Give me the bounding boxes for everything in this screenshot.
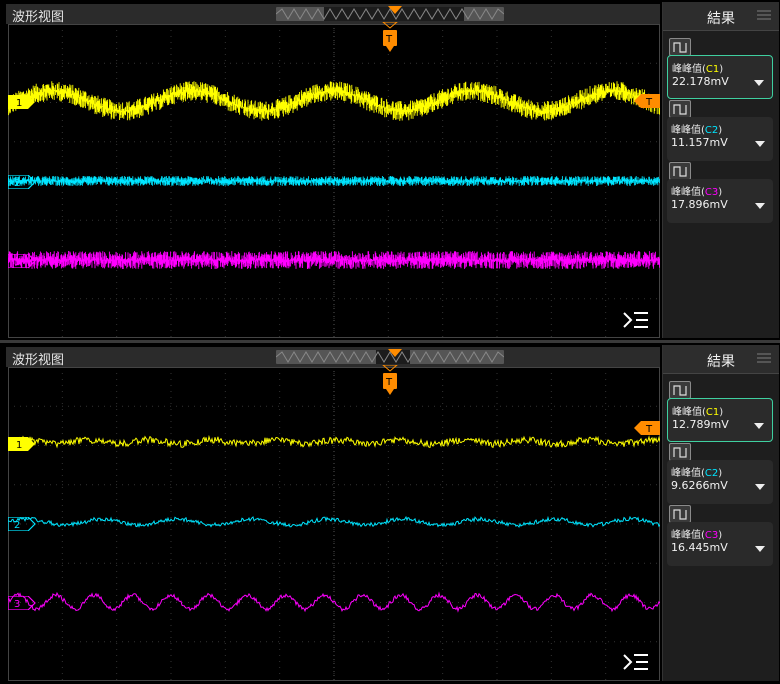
dropdown-arrow-icon[interactable] xyxy=(754,423,764,429)
channel-1-marker-label: 1 xyxy=(16,440,22,451)
pulse-icon xyxy=(669,505,691,523)
channel-2-marker-label: 2 xyxy=(14,178,20,189)
pulse-icon xyxy=(669,100,691,118)
trigger-level-label: T xyxy=(645,424,653,435)
channel-1-marker[interactable]: 1 xyxy=(8,436,36,455)
channel-2-marker[interactable]: 2 xyxy=(7,516,36,535)
waveform-display-bottom[interactable] xyxy=(8,367,660,681)
waveform-view-title: 波形视图 xyxy=(12,10,65,25)
channel-1-marker[interactable]: 1 xyxy=(8,94,36,113)
side-menu-toggle-icon[interactable] xyxy=(622,652,650,676)
waveform-display-top[interactable] xyxy=(8,24,660,338)
trigger-time-label: T xyxy=(385,34,393,45)
trigger-position-marker[interactable] xyxy=(388,6,402,16)
measurement-card-c2[interactable]: 峰峰值(C2) 11.157mV xyxy=(667,117,773,161)
channel-3-marker[interactable]: 3 xyxy=(7,253,36,272)
waveform-grid-top xyxy=(8,24,660,338)
measurement-card-c2[interactable]: 峰峰值(C2) 9.6266mV xyxy=(667,460,773,504)
measurement-value-c2: 9.6266mV xyxy=(671,479,728,492)
results-sidebar-bottom: 結果 峰峰值(C1) 12.789mV 峰峰值(C2) 9.6266mV 峰峰值… xyxy=(662,345,779,681)
channel-3-marker[interactable]: 3 xyxy=(7,595,36,614)
channel-2-marker-label: 2 xyxy=(14,520,20,531)
dropdown-arrow-icon[interactable] xyxy=(755,141,765,147)
trigger-level-marker[interactable]: T xyxy=(634,420,660,439)
dropdown-arrow-icon[interactable] xyxy=(755,484,765,490)
side-menu-toggle-icon[interactable] xyxy=(622,310,650,334)
hamburger-icon[interactable] xyxy=(757,10,771,20)
waveform-view-header: 波形视图 xyxy=(6,347,660,368)
channel-3-marker-label: 3 xyxy=(14,599,20,610)
waveform-view-header: 波形视图 xyxy=(6,4,660,25)
dropdown-arrow-icon[interactable] xyxy=(755,546,765,552)
results-sidebar-top: 結果 峰峰值(C1) 22.178mV 峰峰值(C2) 11.157mV 峰峰值… xyxy=(662,2,779,338)
measurement-value-c1: 22.178mV xyxy=(672,75,729,88)
measurement-value-c1: 12.789mV xyxy=(672,418,729,431)
waveform-view-title: 波形视图 xyxy=(12,353,65,368)
trigger-position-marker[interactable] xyxy=(388,349,402,359)
measurement-card-c1[interactable]: 峰峰值(C1) 22.178mV xyxy=(667,55,773,99)
memory-overview-bar[interactable] xyxy=(276,349,504,364)
dropdown-arrow-icon[interactable] xyxy=(754,80,764,86)
pulse-icon xyxy=(669,38,691,56)
trigger-time-marker[interactable]: T xyxy=(381,21,399,60)
hamburger-icon[interactable] xyxy=(757,353,771,363)
trigger-level-label: T xyxy=(645,97,653,108)
trigger-time-marker[interactable]: T xyxy=(381,364,399,403)
channel-1-marker-label: 1 xyxy=(16,98,22,109)
trigger-time-label: T xyxy=(385,377,393,388)
memory-overview-bar[interactable] xyxy=(276,6,504,21)
measurement-card-c3[interactable]: 峰峰值(C3) 17.896mV xyxy=(667,179,773,223)
measurement-label-c3: 峰峰值(C3) xyxy=(671,530,723,541)
scope-panel-bottom: 波形视图 1 2 3 T T 結果 峰峰值(C1) 12.789mV 峰峰值(C… xyxy=(0,343,780,684)
trigger-level-marker[interactable]: T xyxy=(634,93,660,112)
pulse-icon xyxy=(669,381,691,399)
dropdown-arrow-icon[interactable] xyxy=(755,203,765,209)
channel-3-marker-label: 3 xyxy=(14,257,20,268)
pulse-icon xyxy=(669,162,691,180)
pulse-icon xyxy=(669,443,691,461)
measurement-value-c3: 17.896mV xyxy=(671,198,728,211)
measurement-card-c3[interactable]: 峰峰值(C3) 16.445mV xyxy=(667,522,773,566)
measurement-label-c2: 峰峰值(C2) xyxy=(671,468,723,479)
results-header: 結果 xyxy=(663,345,779,374)
measurement-label-c1: 峰峰值(C1) xyxy=(672,407,724,418)
measurement-label-c2: 峰峰值(C2) xyxy=(671,125,723,136)
waveform-grid-bottom xyxy=(8,367,660,681)
scope-panel-top: 波形视图 1 2 3 T T 結果 峰峰值(C1) 22.178mV 峰峰值(C… xyxy=(0,0,780,340)
measurement-label-c1: 峰峰值(C1) xyxy=(672,64,724,75)
measurement-value-c3: 16.445mV xyxy=(671,541,728,554)
measurement-label-c3: 峰峰值(C3) xyxy=(671,187,723,198)
measurement-card-c1[interactable]: 峰峰值(C1) 12.789mV xyxy=(667,398,773,442)
results-header: 結果 xyxy=(663,2,779,31)
channel-2-marker[interactable]: 2 xyxy=(7,174,36,193)
measurement-value-c2: 11.157mV xyxy=(671,136,728,149)
